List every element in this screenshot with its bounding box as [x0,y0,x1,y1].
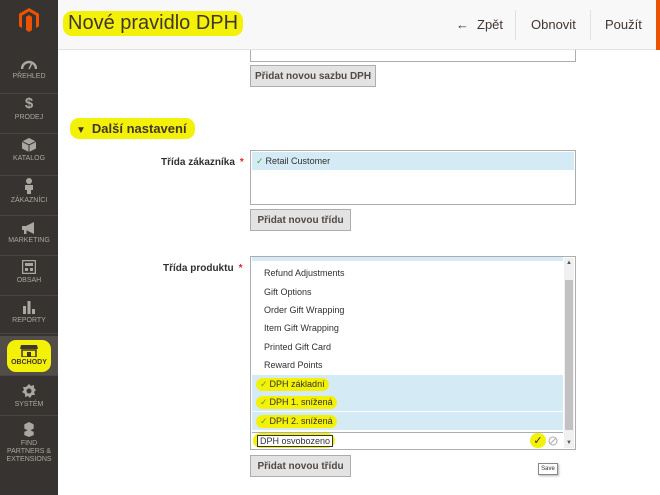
option-highlight: ✓ DPH základní [256,377,329,391]
customer-option-retail[interactable]: ✓ Retail Customer [252,152,574,170]
triangle-down-icon: ▼ [76,125,86,136]
selected-option-partial [252,257,563,261]
nav-item-dashboard[interactable]: PŘEHLED [0,58,58,94]
dashboard-icon [21,60,37,70]
box-icon [22,138,36,152]
nav-item-sales[interactable]: $ PRODEJ [0,96,58,134]
nav-label: FIND PARTNERS & EXTENSIONS [6,440,52,463]
dollar-icon: $ [24,95,34,112]
section-title-label: Další nastavení [91,121,187,136]
new-item-row: DPH osvobozeno ✓ [252,432,563,448]
gear-icon [22,384,36,398]
store-icon [20,344,38,357]
product-class-label: Třída produktu * [163,263,242,274]
product-option[interactable]: Order Gift Wrapping [252,301,563,319]
nav-item-stores[interactable]: OBCHODY [0,336,58,376]
nav-label: PŘEHLED [12,73,46,80]
product-class-select[interactable]: Refund Adjustments Gift Options Order Gi… [250,256,576,450]
option-label: DPH 2. snížená [269,416,333,426]
megaphone-icon [22,222,34,234]
nav-label: OBCHODY [11,358,47,366]
nav-label: PRODEJ [14,114,44,121]
magento-logo-icon [19,8,39,32]
stores-highlight: OBCHODY [7,339,51,372]
apply-button[interactable]: Použít [605,17,642,32]
product-option[interactable]: Reward Points [252,356,563,374]
nav-label: ZÁKAZNÍCI [10,197,48,204]
back-button[interactable]: ← Zpět [456,17,503,32]
required-asterisk: * [239,157,244,168]
product-option[interactable]: Refund Adjustments [252,264,563,282]
magento-logo[interactable] [0,0,58,40]
product-option-selected[interactable]: ✓ DPH základní [252,375,563,393]
required-asterisk: * [238,263,243,274]
nav-item-reports[interactable]: REPORTY [0,298,58,334]
nav-item-customers[interactable]: ZÁKAZNÍCI [0,176,58,216]
check-icon: ✓ [260,378,268,389]
scroll-down-arrow-icon[interactable]: ▼ [564,438,574,448]
back-label: Zpět [477,17,504,32]
confirm-check-icon[interactable]: ✓ [530,433,546,448]
nav-item-content[interactable]: OBSAH [0,258,58,296]
nav-label: REPORTY [12,317,46,324]
product-option[interactable]: Gift Options [252,283,563,301]
save-tooltip: Save [538,463,558,475]
option-highlight: ✓ DPH 2. snížená [256,414,337,428]
nav-label: KATALOG [12,155,46,162]
product-option[interactable]: Item Gift Wrapping [252,319,563,337]
header-divider [590,10,591,40]
nav-item-find-partners[interactable]: FIND PARTNERS & EXTENSIONS [0,420,58,464]
nav-label: OBSAH [16,277,42,284]
sidebar: PŘEHLED $ PRODEJ KATALOG ZÁKAZNÍCI MARKE… [0,0,58,495]
add-tax-rate-button[interactable]: Přidat novou sazbu DPH [250,65,376,87]
scroll-up-arrow-icon[interactable]: ▲ [564,258,574,268]
reset-button[interactable]: Obnovit [531,17,576,32]
bar-chart-icon [23,301,35,314]
check-icon: ✓ [256,155,264,166]
product-option-selected[interactable]: ✓ DPH 2. snížená [252,412,563,430]
cubes-icon [24,422,34,437]
customer-class-select[interactable]: ✓ Retail Customer [250,150,576,205]
product-option-selected[interactable]: ✓ DPH 1. snížená [252,393,563,411]
nav-item-catalog[interactable]: KATALOG [0,136,58,176]
page-title: Nové pravidlo DPH [63,11,244,36]
add-customer-class-button[interactable]: Přidat novou třídu [250,209,351,231]
check-icon: ✓ [260,415,268,426]
new-item-input[interactable]: DPH osvobozeno [257,434,334,447]
customer-class-label: Třída zákazníka * [161,157,244,168]
option-highlight: ✓ DPH 1. snížená [256,395,337,409]
tax-rate-list-bottom [250,50,576,62]
layout-icon [22,260,36,274]
option-label: Retail Customer [265,156,331,166]
page-header: Nové pravidlo DPH ← Zpět Obnovit Použít [58,0,660,50]
check-icon: ✓ [260,396,268,407]
nav-label: SYSTÉM [14,401,44,408]
header-divider [515,10,516,40]
option-label: DPH 1. snížená [269,397,333,407]
cancel-icon[interactable] [548,436,558,446]
new-item-highlight: DPH osvobozeno [253,433,335,448]
nav-item-marketing[interactable]: MARKETING [0,218,58,256]
add-product-class-button[interactable]: Přidat novou třídu [250,455,351,477]
scrollbar-thumb[interactable] [565,280,573,430]
scrollbar-track[interactable]: ▲ ▼ [564,258,574,448]
product-option[interactable]: Printed Gift Card [252,338,563,356]
save-button-edge[interactable] [656,0,660,50]
option-label: DPH základní [269,379,325,389]
arrow-left-icon: ← [456,17,469,32]
product-class-label-text: Třída produktu [163,263,234,274]
additional-settings-toggle[interactable]: ▼ Další nastavení [70,118,195,139]
person-icon [25,178,33,194]
customer-class-label-text: Třída zákazníka [161,157,235,168]
nav-label: MARKETING [8,237,50,244]
nav-item-system[interactable]: SYSTÉM [0,380,58,416]
